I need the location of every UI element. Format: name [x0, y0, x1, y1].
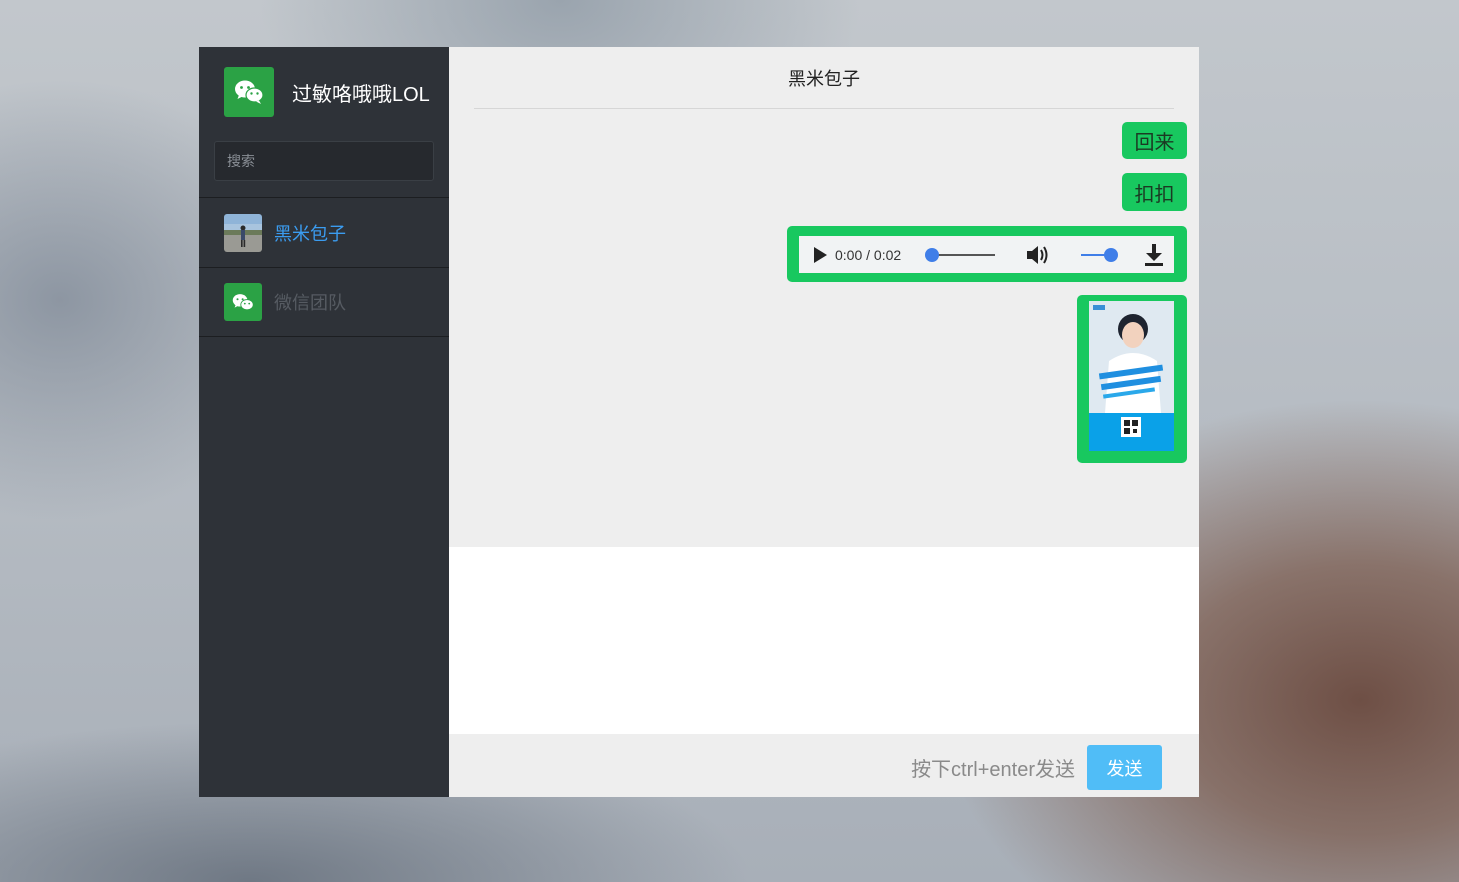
chat-title-text: 黑米包子: [788, 68, 860, 89]
play-icon[interactable]: [813, 246, 827, 263]
sidebar: 过敏咯哦哦LOL 黑米包子: [199, 47, 449, 797]
image-message-bubble[interactable]: [1077, 295, 1187, 463]
contact-name: 微信团队: [274, 293, 346, 313]
contact-list: 黑米包子 微信团队: [199, 197, 449, 337]
audio-player: 0:00 / 0:02: [799, 236, 1174, 273]
wechat-logo-icon: [224, 67, 274, 117]
message-bubble[interactable]: 回来: [1122, 122, 1187, 159]
contact-item-heimibaozi[interactable]: 黑米包子: [199, 197, 449, 267]
audio-time: 0:00 / 0:02: [835, 246, 902, 263]
message-bubble[interactable]: 扣扣: [1122, 173, 1187, 211]
volume-knob[interactable]: [1104, 248, 1118, 262]
profile-name: 过敏咯哦哦LOL: [292, 83, 430, 106]
poster-image[interactable]: [1089, 301, 1174, 451]
audio-message-bubble: 0:00 / 0:02: [787, 226, 1187, 282]
contact-avatar-photo: [224, 213, 262, 252]
chat-window: 过敏咯哦哦LOL 黑米包子: [199, 47, 1199, 797]
volume-icon[interactable]: [1025, 244, 1051, 266]
chat-panel: 黑米包子 回来 扣扣 0:00 / 0:02 按下ctrl+enter发送 发送: [449, 47, 1199, 797]
compose-footer: 按下ctrl+enter发送 发送: [449, 734, 1199, 797]
send-button[interactable]: 发送: [1087, 745, 1162, 790]
chat-title: 黑米包子: [474, 47, 1174, 109]
search-input[interactable]: [214, 141, 434, 181]
message-input[interactable]: [449, 547, 1199, 734]
audio-progress-knob[interactable]: [925, 248, 939, 262]
message-text: 扣扣: [1134, 183, 1175, 206]
wechat-team-avatar-icon: [224, 283, 262, 321]
contact-item-wechat-team[interactable]: 微信团队: [199, 267, 449, 337]
contact-name: 黑米包子: [274, 223, 346, 244]
message-list: 回来 扣扣 0:00 / 0:02: [449, 109, 1199, 547]
profile-header: 过敏咯哦哦LOL: [224, 67, 430, 117]
download-icon[interactable]: [1143, 243, 1165, 267]
message-text: 回来: [1134, 132, 1175, 154]
audio-progress-track[interactable]: [932, 254, 995, 256]
send-hint: 按下ctrl+enter发送: [911, 759, 1075, 781]
